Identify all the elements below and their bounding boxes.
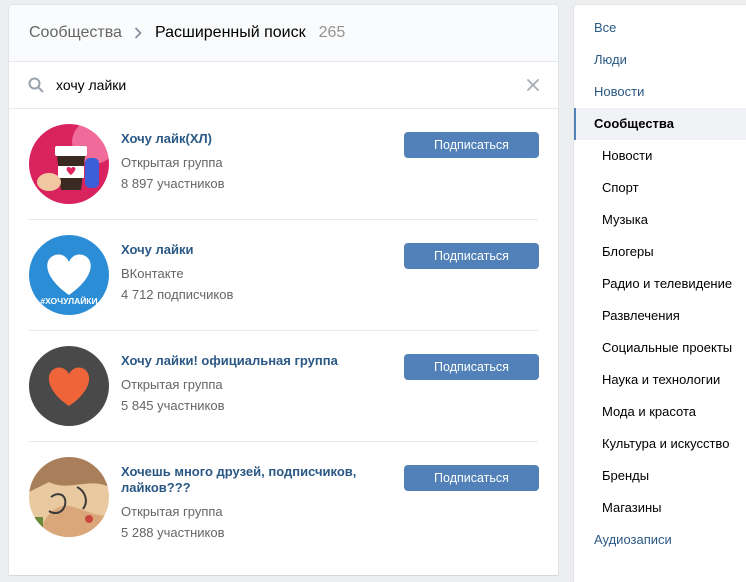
avatar-text: #ХОЧУЛАЙКИ — [40, 295, 97, 306]
search-icon — [28, 77, 44, 93]
sidebar-subitem-fashion-beauty[interactable]: Мода и красота — [574, 396, 746, 428]
search-filter-sidebar: Все Люди Новости Сообщества Новости Спор… — [574, 5, 746, 582]
sidebar-item-communities[interactable]: Сообщества — [574, 108, 746, 140]
subscribe-button[interactable]: Подписаться — [404, 465, 539, 491]
community-info: Хочу лайки! официальная группа Открытая … — [121, 353, 371, 416]
community-name-link[interactable]: Хочешь много друзей, подписчиков, лайков… — [121, 464, 371, 496]
community-type: ВКонтакте — [121, 266, 184, 281]
community-row: #ХОЧУЛАЙКИ Хочу лайки ВКонтакте 4 712 по… — [29, 220, 539, 331]
community-row: Хочу лайк(ХЛ) Открытая группа 8 897 учас… — [29, 109, 539, 220]
page-title: Расширенный поиск — [154, 24, 306, 41]
orange-heart-avatar — [29, 346, 109, 426]
community-avatar[interactable] — [29, 457, 109, 537]
community-type: Открытая группа — [121, 504, 223, 519]
search-input[interactable] — [56, 77, 496, 93]
results-list: Хочу лайк(ХЛ) Открытая группа 8 897 учас… — [9, 109, 558, 552]
breadcrumb-communities-link[interactable]: Сообщества — [29, 24, 122, 42]
community-type: Открытая группа — [121, 155, 223, 170]
community-avatar[interactable] — [29, 124, 109, 204]
sidebar-subitem-entertainment[interactable]: Развлечения — [574, 300, 746, 332]
community-info: Хочу лайк(ХЛ) Открытая группа 8 897 учас… — [121, 131, 371, 194]
community-members: 5 288 участников — [121, 525, 225, 540]
community-type: Открытая группа — [121, 377, 223, 392]
sidebar-item-news[interactable]: Новости — [574, 76, 746, 108]
sidebar-item-people[interactable]: Люди — [574, 44, 746, 76]
community-name-link[interactable]: Хочу лайки! официальная группа — [121, 353, 371, 369]
community-name-link[interactable]: Хочу лайк(ХЛ) — [121, 131, 371, 147]
sidebar-subitem-science-tech[interactable]: Наука и технологии — [574, 364, 746, 396]
sidebar-item-audio[interactable]: Аудиозаписи — [574, 524, 746, 556]
community-members: 4 712 подписчиков — [121, 287, 234, 302]
sidebar-subitem-brands[interactable]: Бренды — [574, 460, 746, 492]
subscribe-button[interactable]: Подписаться — [404, 354, 539, 380]
white-heart-avatar: #ХОЧУЛАЙКИ — [29, 235, 109, 315]
search-results-panel: Сообщества Расширенный поиск 265 хочу ла… — [9, 5, 558, 575]
community-row: Хочешь много друзей, подписчиков, лайков… — [29, 442, 539, 552]
breadcrumb: Сообщества Расширенный поиск 265 — [9, 5, 558, 62]
results-count: 265 — [318, 24, 346, 41]
tattoo-photo-avatar — [29, 457, 109, 537]
sidebar-subitem-music[interactable]: Музыка — [574, 204, 746, 236]
sidebar-subitem-news[interactable]: Новости — [574, 140, 746, 172]
sidebar-subitem-radio-tv[interactable]: Радио и телевидение — [574, 268, 746, 300]
sidebar-subitem-culture-art[interactable]: Культура и искусство — [574, 428, 746, 460]
sidebar-subitem-shops[interactable]: Магазины — [574, 492, 746, 524]
community-members: 8 897 участников — [121, 176, 225, 191]
sidebar-item-all[interactable]: Все — [574, 12, 746, 44]
community-avatar[interactable]: #ХОЧУЛАЙКИ — [29, 235, 109, 315]
search-bar — [9, 62, 558, 109]
sidebar-subitem-social-projects[interactable]: Социальные проекты — [574, 332, 746, 364]
subscribe-button[interactable]: Подписаться — [404, 243, 539, 269]
sidebar-subitem-sport[interactable]: Спорт — [574, 172, 746, 204]
community-info: Хочешь много друзей, подписчиков, лайков… — [121, 464, 371, 543]
chevron-right-icon — [134, 27, 142, 39]
community-avatar[interactable] — [29, 346, 109, 426]
sidebar-subitem-bloggers[interactable]: Блогеры — [574, 236, 746, 268]
subscribe-button[interactable]: Подписаться — [404, 132, 539, 158]
coffee-cup-heart-avatar — [29, 124, 109, 204]
community-members: 5 845 участников — [121, 398, 225, 413]
community-name-link[interactable]: Хочу лайки — [121, 242, 371, 258]
community-row: Хочу лайки! официальная группа Открытая … — [29, 331, 539, 442]
community-info: Хочу лайки ВКонтакте 4 712 подписчиков — [121, 242, 371, 305]
clear-search-icon[interactable] — [527, 78, 539, 91]
